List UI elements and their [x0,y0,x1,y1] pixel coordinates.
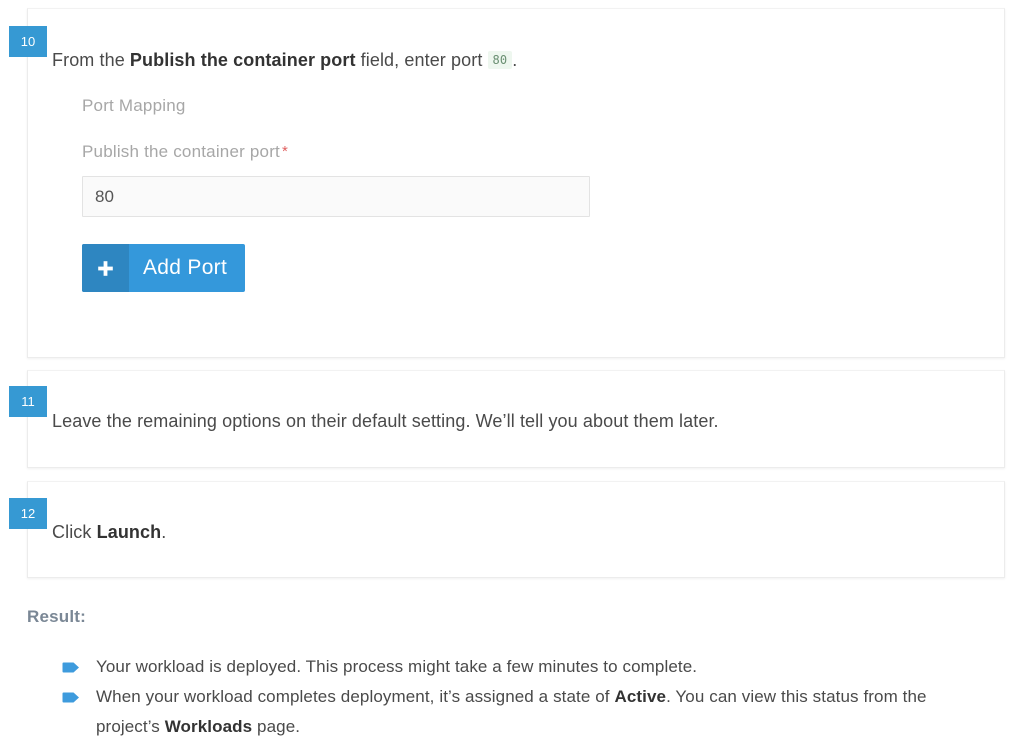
step-10-bold-field-name: Publish the container port [129,50,356,70]
required-asterisk: * [282,143,289,160]
step-12-text-before: Click [52,522,97,542]
publish-container-port-input[interactable] [82,176,590,217]
step-10-text-after: field, enter port [355,50,488,70]
plus-icon [82,244,129,292]
step-12-text-after: . [161,522,167,542]
publish-container-port-label-text: Publish the container port [82,142,280,161]
port-mapping-group-label: Port Mapping [82,96,186,115]
blue-pennant-bullet-icon [62,662,80,673]
add-port-button[interactable]: Add Port [82,244,246,292]
step-10-port-code: 80 [487,51,513,69]
tutorial-page: 10 From the Publish the container port f… [0,0,1016,741]
result-item-1-text: Your workload is deployed. This process … [96,657,698,676]
step-card-12 [27,481,1005,578]
step-number-badge-11: 11 [9,386,47,417]
step-10-text-end: . [512,50,518,70]
list-item: When your workload completes deployment,… [62,682,992,742]
result-heading: Result: [27,607,87,626]
blue-pennant-bullet-icon [62,692,80,703]
result-item-2-text-1: When your workload completes deployment,… [96,687,615,706]
result-item-2-bold-active: Active [614,687,667,706]
step-12-instruction: Click Launch. [52,519,166,545]
add-port-button-label: Add Port [143,256,228,279]
step-12-bold-launch: Launch [96,522,162,542]
result-item-2-bold-workloads: Workloads [164,717,253,736]
step-10-text-before: From the [52,50,130,70]
publish-container-port-label: Publish the container port * [82,142,590,162]
list-item: Your workload is deployed. This process … [62,652,992,682]
port-mapping-form-preview: Port Mapping Publish the container port *… [82,96,590,292]
step-11-instruction: Leave the remaining options on their def… [52,411,719,431]
step-number-badge-12: 12 [9,498,47,529]
step-10-instruction: From the Publish the container port fiel… [52,47,517,73]
result-item-2-text-3: page. [252,717,301,736]
step-number-badge-10: 10 [9,26,47,57]
result-list: Your workload is deployed. This process … [62,652,992,742]
